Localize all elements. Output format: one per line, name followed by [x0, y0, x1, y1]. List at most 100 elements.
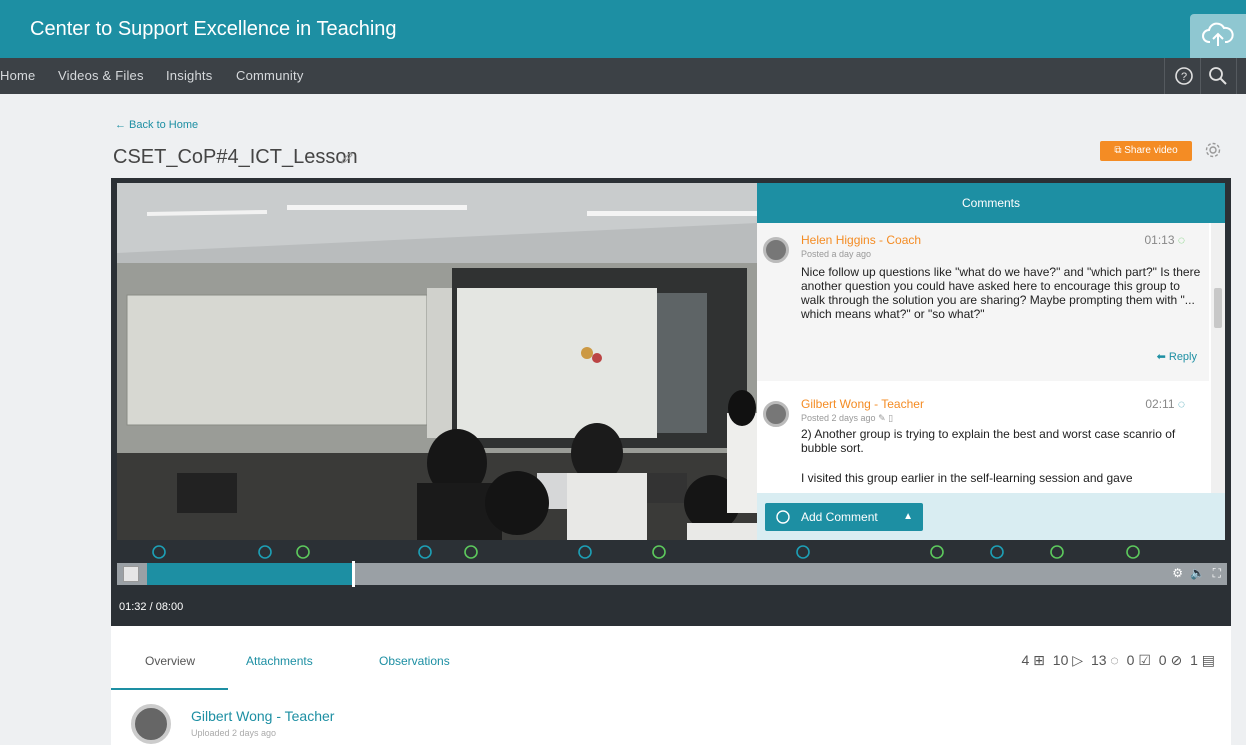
uploaded-time: Uploaded 2 days ago — [191, 728, 277, 738]
nav-videos-files[interactable]: Videos & Files — [58, 68, 144, 83]
share-video-label: Share video — [1124, 145, 1178, 156]
comment-author[interactable]: Gilbert Wong - Teacher — [801, 397, 924, 411]
reply-label: Reply — [1168, 351, 1197, 363]
search-icon[interactable] — [1207, 65, 1229, 87]
fullscreen-icon[interactable]: ⛶ — [1213, 566, 1221, 581]
back-to-home-link[interactable]: ← Back to Home — [115, 119, 198, 131]
document-icon: ▤ — [1201, 652, 1215, 668]
cloud-upload-icon — [1202, 22, 1234, 46]
comment-marker-icon[interactable] — [795, 544, 811, 560]
pencil-icon[interactable] — [340, 151, 354, 165]
stat-comments-count: 13 — [1090, 652, 1107, 668]
add-comment-label: Add Comment — [801, 510, 878, 524]
comment-marker-icon[interactable] — [651, 544, 667, 560]
timeline-playhead[interactable] — [352, 561, 355, 587]
comment-item: Helen Higgins - Coach Posted a day ago 0… — [757, 223, 1209, 381]
upload-button[interactable] — [1190, 14, 1246, 58]
comments-list[interactable]: Helen Higgins - Coach Posted a day ago 0… — [757, 223, 1225, 493]
play-icon: ▷ — [1072, 652, 1084, 668]
video-frame[interactable] — [117, 183, 757, 540]
help-icon[interactable]: ? — [1173, 65, 1195, 87]
nav-insights[interactable]: Insights — [166, 68, 212, 83]
nav-divider — [1200, 58, 1201, 94]
comment-markers — [111, 544, 1231, 562]
comment-marker-icon[interactable] — [577, 544, 593, 560]
nav-community[interactable]: Community — [236, 68, 304, 83]
stat-views-count: 4 — [1021, 652, 1030, 668]
comment-posted: Posted 2 days ago ✎ ▯ — [801, 413, 893, 424]
comments-panel: Comments Helen Higgins - Coach Posted a … — [757, 183, 1225, 540]
checkbox-icon: ☑ — [1138, 652, 1151, 668]
svg-text:?: ? — [1181, 71, 1187, 83]
comment-timestamp[interactable]: 01:13 ◌ — [1144, 233, 1185, 247]
share-icon: ⧉ — [1114, 145, 1125, 156]
views-icon: ⊞ — [1033, 652, 1045, 668]
nav-divider — [1164, 58, 1165, 94]
comment-marker-icon[interactable] — [417, 544, 433, 560]
comments-header: Comments — [757, 183, 1225, 223]
comment-plus-icon — [776, 510, 790, 524]
volume-icon[interactable]: 🔈 — [1190, 566, 1205, 580]
comment-marker-icon[interactable] — [1049, 544, 1065, 560]
comment-posted: Posted a day ago — [801, 249, 872, 259]
video-stats: 4 ⊞ 1 0 ▷ 13 ◌ 0 ☑ 0 ⊘ 1 ▤ — [1017, 652, 1215, 669]
scrollbar-thumb[interactable] — [1214, 288, 1222, 328]
comment-timestamp-text: 02:11 — [1145, 397, 1175, 411]
comment-item: Gilbert Wong - Teacher Posted 2 days ago… — [757, 391, 1209, 493]
comment-icon: ◌ — [1110, 652, 1119, 668]
avatar — [763, 237, 789, 263]
time-readout: 01:32 / 08:00 — [119, 601, 184, 613]
stat-views: 4 ⊞ — [1021, 652, 1044, 668]
comment-marker-icon[interactable] — [257, 544, 273, 560]
brand-bar: Center to Support Excellence in Teaching — [0, 0, 1246, 58]
comments-scrollbar[interactable] — [1211, 223, 1225, 493]
comment-marker-icon[interactable] — [151, 544, 167, 560]
reply-icon: ⬅ — [1156, 351, 1169, 363]
check-circle-icon: ⊘ — [1170, 652, 1183, 668]
avatar — [763, 401, 789, 427]
comment-marker-icon[interactable] — [463, 544, 479, 560]
comment-text: 2) Another group is trying to explain th… — [801, 427, 1176, 455]
settings-icon[interactable]: ⚙ — [1172, 566, 1183, 580]
nav-divider — [1236, 58, 1237, 94]
comment-timestamp-text: 01:13 — [1144, 233, 1175, 247]
gear-icon[interactable] — [1204, 141, 1222, 159]
comment-timestamp[interactable]: 02:11 ◌ — [1145, 397, 1185, 411]
comment-text: Nice follow up questions like "what do w… — [801, 265, 1201, 321]
main-nav: Home Videos & Files Insights Community ? — [0, 58, 1246, 94]
stat-documents-count: 1 — [1190, 652, 1198, 668]
stat-approved: 0 ⊘ — [1159, 652, 1182, 668]
add-comment-button[interactable]: Add Comment ▲ — [765, 503, 923, 531]
stat-approved-count: 0 — [1158, 652, 1167, 668]
pause-button[interactable] — [123, 566, 139, 582]
nav-home[interactable]: Home — [0, 68, 35, 83]
tab-observations[interactable]: Observations — [379, 654, 450, 668]
reply-button[interactable]: ⬅ Reply — [1157, 350, 1197, 363]
share-video-button[interactable]: ⧉ Share video — [1100, 141, 1192, 161]
page-content: ← Back to Home CSET_CoP#4_ICT_Lesson ⧉ S… — [0, 94, 1246, 745]
brand-title[interactable]: Center to Support Excellence in Teaching — [30, 18, 397, 41]
timeline-scrubber[interactable]: ⚙ 🔈 ⛶ — [117, 561, 1227, 587]
comment-text: I visited this group earlier in the self… — [801, 471, 1133, 485]
stat-documents: 1 ▤ — [1190, 652, 1215, 668]
avatar — [131, 704, 171, 744]
active-tab-indicator — [111, 688, 228, 690]
tab-overview[interactable]: Overview — [145, 654, 195, 668]
comment-marker-icon[interactable] — [1125, 544, 1141, 560]
timeline-progress — [147, 563, 352, 585]
edit-icon[interactable]: ✎ — [878, 413, 886, 423]
stat-checks: 0 ☑ — [1127, 652, 1151, 668]
comment-author[interactable]: Helen Higgins - Coach — [801, 233, 921, 247]
comment-marker-icon[interactable] — [929, 544, 945, 560]
detail-tabs: Overview Attachments Observations 4 ⊞ 10… — [111, 626, 1231, 745]
comment-marker-icon[interactable] — [989, 544, 1005, 560]
player-controls: ⚙ 🔈 ⛶ — [1168, 566, 1221, 581]
delete-icon[interactable]: ▯ — [888, 413, 893, 423]
video-player: Comments Helen Higgins - Coach Posted a … — [111, 178, 1231, 626]
tab-attachments[interactable]: Attachments — [246, 654, 313, 668]
comment-marker-icon[interactable] — [295, 544, 311, 560]
uploader-name[interactable]: Gilbert Wong - Teacher — [191, 708, 334, 724]
add-comment-bar: Add Comment ▲ — [757, 493, 1225, 540]
caret-up-icon[interactable]: ▲ — [903, 503, 913, 531]
comment-bubble-icon: ◌ — [1177, 397, 1185, 411]
